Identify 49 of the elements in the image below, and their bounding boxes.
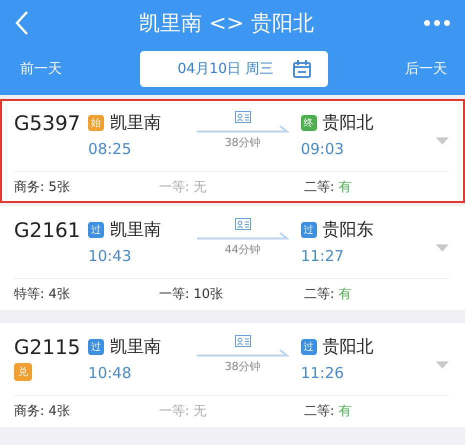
seat-availability: 二等: 有 [304,286,353,302]
seat-availability: 商务: 4张 [14,402,71,420]
station-badge: 过 [300,222,317,238]
station-badge: 终 [300,114,317,130]
page-title: 凯里南 <> 贵阳北 [139,10,314,37]
train-number: G2115 [14,335,82,359]
time-text: 11:27 [300,247,345,265]
seat-availability: 一等: 无 [159,178,208,196]
train-card[interactable]: G2115 兑 过 凯里南 10:48 38分钟 过 贵阳北 11:26 商务: 4张 一等: 无 二等: 有 [0,323,465,427]
time-text: 10:43 [88,247,132,265]
duration-text: 44分钟 [224,242,261,257]
train-number: G5397 [14,111,82,135]
train-card[interactable]: G5397 始 凯里南 08:25 38分钟 终 贵阳北 09:03 商务: 5张 一等: 无 二等: 有 [0,99,465,203]
date-text: 04月10日 周三 [177,60,274,78]
id-card-icon [234,335,251,347]
seat-availability: 二等: 有 [304,402,353,420]
station-badge: 过 [88,338,104,354]
duration-text: 38分钟 [224,135,261,150]
date-picker[interactable]: 04月10日 周三 [140,51,328,87]
time-text: 10:48 [88,364,132,382]
seat-availability: 特等: 4张 [14,286,71,302]
station-badge: 过 [300,338,317,354]
station-name: 凯里南 [110,219,162,241]
calendar-icon[interactable] [292,59,312,79]
station-badge: 始 [88,114,104,130]
dropdown-caret-icon[interactable] [436,137,449,145]
id-card-icon [234,218,251,230]
duration-text: 38分钟 [224,359,261,374]
seat-availability: 商务: 5张 [14,178,71,196]
back-icon[interactable] [14,10,30,36]
station-name: 凯里南 [110,112,162,134]
station-name: 贵阳北 [322,112,374,134]
train-number: G2161 [14,218,82,242]
time-text: 08:25 [88,140,132,158]
station-name: 凯里南 [110,336,162,358]
station-badge: 过 [88,222,104,238]
seat-availability: 一等: 10张 [159,286,224,302]
seat-availability: 一等: 无 [159,402,208,420]
station-name: 贵阳北 [322,336,374,358]
more-icon[interactable] [422,19,451,27]
train-card[interactable]: G2161 过 凯里南 10:43 44分钟 过 贵阳东 11:27 特等: 4张 一等: 10张 二等: 有 [0,206,465,310]
dropdown-caret-icon[interactable] [436,361,449,369]
time-text: 11:26 [300,364,345,382]
time-text: 09:03 [300,140,345,158]
tag-badge: 兑 [14,363,32,381]
station-name: 贵阳东 [322,219,374,241]
seat-availability: 二等: 有 [304,178,353,196]
id-card-icon [234,111,251,123]
dropdown-caret-icon[interactable] [436,244,449,252]
